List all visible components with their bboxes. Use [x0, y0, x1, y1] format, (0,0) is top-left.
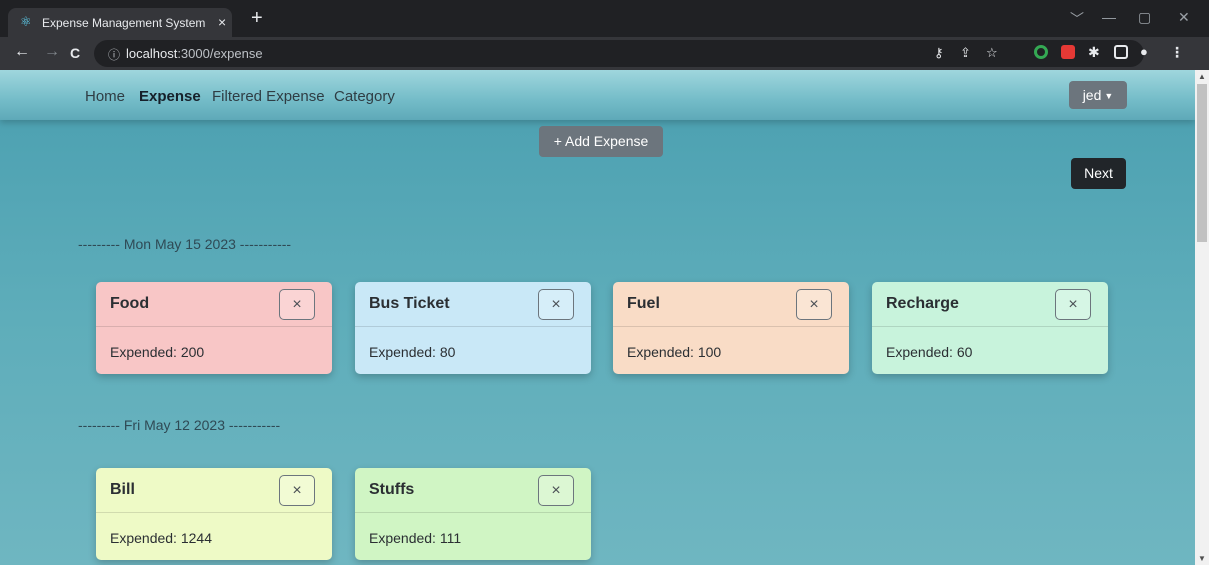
- extension-red-icon[interactable]: [1061, 45, 1075, 59]
- expense-card: Bill × Expended: 1244: [96, 468, 332, 560]
- extension-green-icon[interactable]: [1034, 45, 1048, 59]
- card-header: Fuel ×: [613, 282, 849, 327]
- expense-name: Recharge: [886, 295, 959, 312]
- delete-expense-button[interactable]: ×: [538, 289, 574, 320]
- expense-amount: Expended: 111: [369, 530, 462, 546]
- expense-card: Fuel × Expended: 100: [613, 282, 849, 374]
- expense-card: Bus Ticket × Expended: 80: [355, 282, 591, 374]
- expense-name: Stuffs: [369, 481, 415, 498]
- expense-amount: Expended: 1244: [110, 530, 212, 546]
- menu-kebab-icon[interactable]: ⋮: [1170, 45, 1184, 59]
- expense-amount: Expended: 80: [369, 344, 456, 360]
- extensions-puzzle-icon[interactable]: ✱: [1088, 45, 1102, 59]
- nav-link-category[interactable]: Category: [334, 88, 395, 105]
- react-favicon-icon: ⚛: [20, 14, 32, 29]
- expense-amount: Expended: 200: [110, 344, 205, 360]
- page-viewport: Home Expense Filtered Expense Category j…: [0, 70, 1209, 565]
- side-panel-icon[interactable]: [1114, 45, 1128, 59]
- delete-expense-button[interactable]: ×: [1055, 289, 1091, 320]
- bookmark-star-icon[interactable]: ☆: [986, 45, 998, 61]
- nav-link-filtered-expense[interactable]: Filtered Expense: [212, 88, 325, 105]
- user-name: jed: [1082, 87, 1102, 103]
- top-navbar: Home Expense Filtered Expense Category j…: [0, 70, 1195, 120]
- profile-icon[interactable]: ●: [1140, 45, 1154, 59]
- minimize-icon[interactable]: —: [1102, 9, 1116, 25]
- next-page-button[interactable]: Next: [1071, 158, 1126, 189]
- site-info-icon[interactable]: ⓘ: [108, 46, 120, 63]
- scroll-down-icon[interactable]: ▼: [1198, 554, 1206, 563]
- delete-expense-button[interactable]: ×: [796, 289, 832, 320]
- delete-expense-button[interactable]: ×: [279, 475, 315, 506]
- delete-expense-button[interactable]: ×: [538, 475, 574, 506]
- date-separator: --------- Fri May 12 2023 -----------: [78, 417, 281, 433]
- password-key-icon[interactable]: ⚷: [934, 45, 944, 61]
- tab-title: Expense Management System: [42, 16, 206, 30]
- expense-amount: Expended: 100: [627, 344, 722, 360]
- nav-link-expense[interactable]: Expense: [139, 88, 201, 105]
- new-tab-button[interactable]: +: [251, 8, 263, 28]
- vertical-scrollbar[interactable]: ▲ ▼: [1195, 70, 1209, 565]
- expense-card: Recharge × Expended: 60: [872, 282, 1108, 374]
- reload-icon[interactable]: C: [70, 45, 80, 61]
- expense-name: Food: [110, 295, 150, 312]
- user-dropdown-button[interactable]: jed ▼: [1069, 81, 1127, 109]
- share-icon[interactable]: ⇪: [960, 45, 971, 61]
- restore-icon[interactable]: ▢: [1138, 9, 1151, 26]
- card-header: Bill ×: [96, 468, 332, 513]
- browser-tab-strip: ⚛ Expense Management System × + ﹀ — ▢ ✕: [0, 0, 1209, 37]
- browser-tab[interactable]: ⚛ Expense Management System ×: [8, 8, 232, 37]
- date-separator: --------- Mon May 15 2023 -----------: [78, 236, 292, 252]
- card-header: Stuffs ×: [355, 468, 591, 513]
- card-header: Food ×: [96, 282, 332, 327]
- close-window-icon[interactable]: ✕: [1178, 9, 1190, 26]
- url-text: localhost:3000/expense: [126, 46, 263, 61]
- expense-name: Fuel: [627, 295, 660, 312]
- tab-search-icon[interactable]: ﹀: [1070, 9, 1084, 29]
- forward-icon[interactable]: →: [44, 43, 60, 61]
- caret-down-icon: ▼: [1104, 91, 1114, 101]
- scrollbar-thumb[interactable]: [1197, 84, 1207, 242]
- tab-close-icon[interactable]: ×: [218, 14, 226, 30]
- card-header: Bus Ticket ×: [355, 282, 591, 327]
- nav-link-home[interactable]: Home: [85, 88, 125, 105]
- scroll-up-icon[interactable]: ▲: [1198, 72, 1206, 81]
- expense-name: Bill: [110, 481, 135, 498]
- expense-card: Stuffs × Expended: 111: [355, 468, 591, 560]
- card-header: Recharge ×: [872, 282, 1108, 327]
- expense-card: Food × Expended: 200: [96, 282, 332, 374]
- address-bar[interactable]: ⓘ localhost:3000/expense ⚷ ⇪ ☆: [94, 40, 1144, 67]
- expense-name: Bus Ticket: [369, 295, 450, 312]
- delete-expense-button[interactable]: ×: [279, 289, 315, 320]
- expense-amount: Expended: 60: [886, 344, 973, 360]
- browser-toolbar: ← → C ⓘ localhost:3000/expense ⚷ ⇪ ☆: [0, 37, 1209, 70]
- back-icon[interactable]: ←: [14, 43, 30, 61]
- add-expense-button[interactable]: + Add Expense: [539, 126, 663, 157]
